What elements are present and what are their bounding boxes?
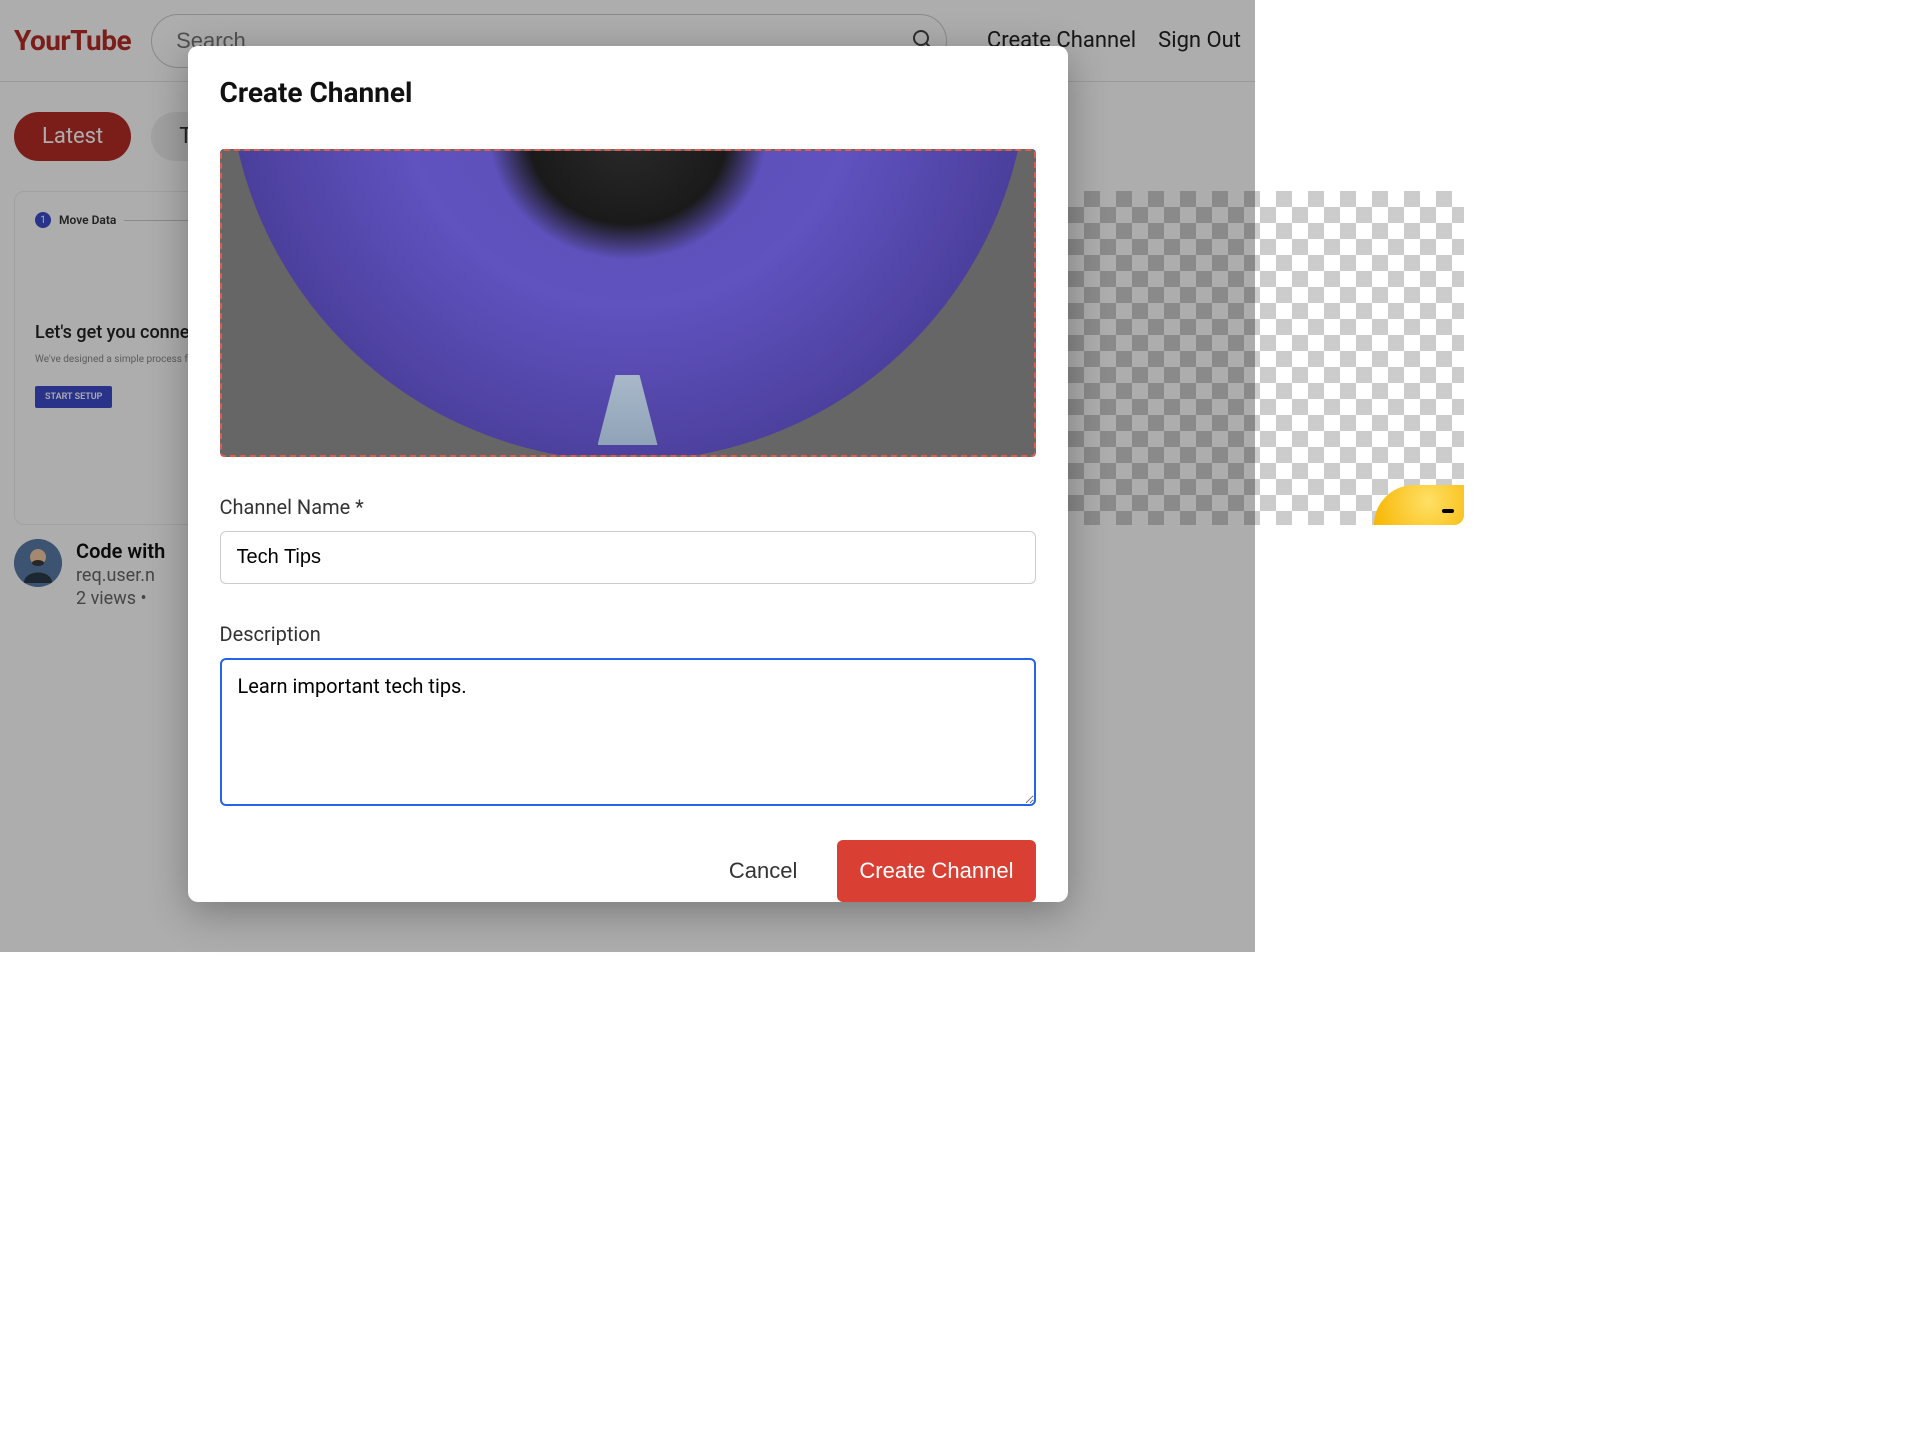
thumb-graphic <box>1374 485 1464 525</box>
avatar-dropzone[interactable] <box>220 149 1036 457</box>
description-label: Description <box>220 622 1036 646</box>
create-channel-modal: Create Channel Channel Name * Descriptio… <box>188 46 1068 902</box>
modal-title: Create Channel <box>220 76 1036 109</box>
modal-actions: Cancel Create Channel <box>220 840 1036 902</box>
cancel-button[interactable]: Cancel <box>719 842 807 900</box>
form-group-name: Channel Name * <box>220 495 1036 584</box>
form-group-description: Description <box>220 622 1036 810</box>
create-channel-button[interactable]: Create Channel <box>837 840 1035 902</box>
channel-name-label: Channel Name * <box>220 495 1036 519</box>
modal-overlay[interactable]: Create Channel Channel Name * Descriptio… <box>0 0 1255 952</box>
channel-name-input[interactable] <box>220 531 1036 584</box>
description-textarea[interactable] <box>220 658 1036 806</box>
duration-badge <box>1442 509 1454 513</box>
